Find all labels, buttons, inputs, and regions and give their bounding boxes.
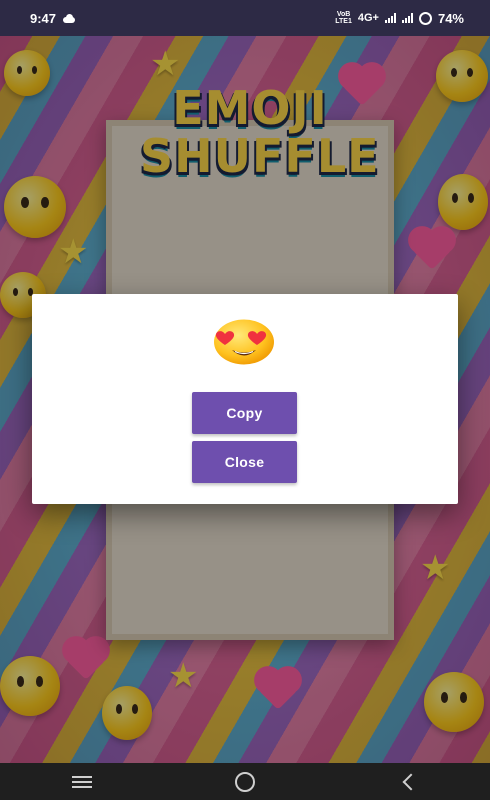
copy-button[interactable]: Copy bbox=[192, 392, 297, 434]
status-right: VoB LTE1 4G+ 74% bbox=[335, 11, 464, 26]
emoji-dialog: Copy Close bbox=[32, 294, 458, 504]
heart-eyes-emoji-icon bbox=[214, 319, 274, 365]
signal-icon bbox=[384, 13, 396, 23]
status-left: 9:47 bbox=[30, 11, 76, 26]
network-label: 4G+ bbox=[357, 12, 379, 24]
back-button[interactable] bbox=[378, 763, 438, 800]
signal-icon-2 bbox=[401, 13, 413, 23]
close-button[interactable]: Close bbox=[192, 441, 297, 483]
menu-icon bbox=[71, 775, 92, 788]
volte-icon: VoB LTE1 bbox=[335, 11, 352, 25]
volte-top: VoB bbox=[336, 11, 351, 18]
recent-apps-button[interactable] bbox=[52, 763, 112, 800]
navigation-bar bbox=[0, 763, 490, 800]
home-icon bbox=[234, 771, 255, 792]
battery-ring-icon bbox=[418, 11, 432, 25]
status-bar: 9:47 VoB LTE1 4G+ 74% bbox=[0, 0, 490, 36]
status-time: 9:47 bbox=[30, 10, 57, 26]
back-icon bbox=[402, 773, 420, 790]
home-button[interactable] bbox=[215, 763, 275, 800]
volte-bottom: LTE1 bbox=[335, 18, 352, 25]
battery-level: 74% bbox=[437, 10, 464, 26]
cloud-icon bbox=[62, 13, 76, 23]
